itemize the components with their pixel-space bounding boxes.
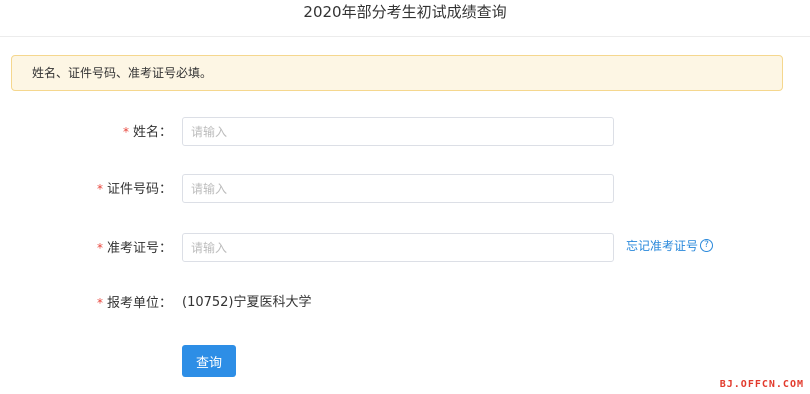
id-number-label-text: 证件号码： <box>106 182 172 197</box>
form-row-exam-number: *准考证号： 忘记准考证号? <box>0 233 810 263</box>
page-title: 2020年部分考生初试成绩查询 <box>303 3 507 21</box>
name-label: * 姓名： <box>123 117 172 147</box>
required-star: * <box>122 125 129 139</box>
unit-value: (10752)宁夏医科大学 <box>182 295 312 310</box>
id-number-input[interactable] <box>182 174 614 203</box>
query-button[interactable]: 查询 <box>182 345 236 377</box>
score-query-page: 2020年部分考生初试成绩查询 姓名、证件号码、准考证号必填。 *姓名： *证件… <box>0 0 810 394</box>
forgot-exam-number-link[interactable]: 忘记准考证号? <box>626 233 714 263</box>
exam-number-label: * 准考证号： <box>97 233 172 263</box>
exam-number-label-text: 准考证号： <box>106 241 172 256</box>
question-circle-icon: ? <box>700 239 714 252</box>
title-divider <box>0 36 810 37</box>
form-row-unit: * 报考单位： (10752)宁夏医科大学 <box>0 288 810 318</box>
name-input[interactable] <box>182 117 614 146</box>
unit-label-text: 报考单位： <box>106 296 172 311</box>
required-fields-notice: 姓名、证件号码、准考证号必填。 <box>11 55 783 91</box>
watermark: BJ.OFFCN.COM <box>719 379 804 390</box>
required-star: * <box>96 241 103 255</box>
forgot-exam-number-text: 忘记准考证号 <box>626 239 699 253</box>
name-label-text: 姓名： <box>132 125 172 140</box>
required-star: * <box>96 182 103 196</box>
exam-number-input[interactable] <box>182 233 614 262</box>
form-row-name: * 姓名： <box>0 117 810 147</box>
id-number-label: * 证件号码： <box>97 174 172 204</box>
unit-label: * 报考单位： <box>97 288 172 318</box>
form-row-id-number: * 证件号码： <box>0 174 810 204</box>
required-star: * <box>96 296 103 310</box>
